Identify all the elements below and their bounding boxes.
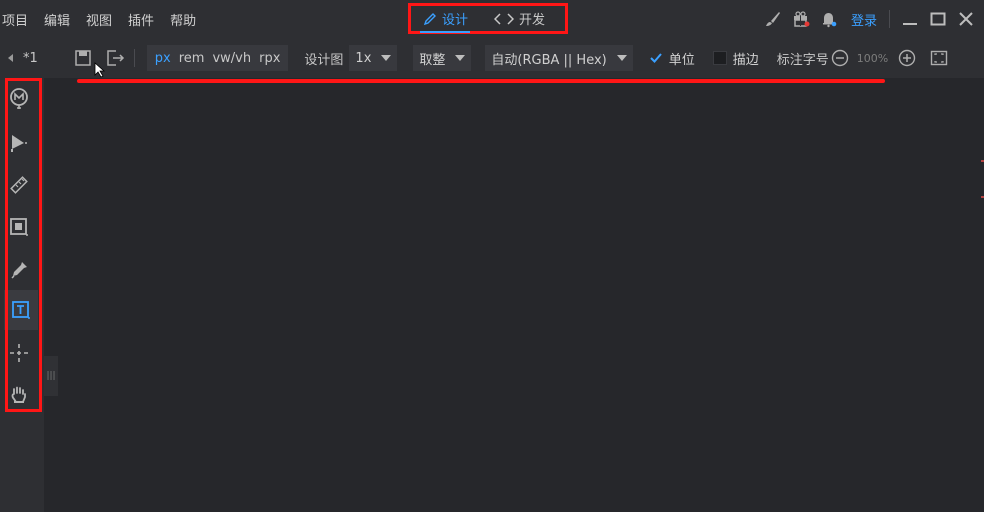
minimize-button[interactable] (896, 0, 924, 38)
chevron-down-icon (616, 55, 627, 61)
minus-circle-icon (831, 49, 848, 67)
zoom-out-button[interactable] (829, 47, 851, 69)
minimize-icon (903, 23, 917, 25)
title-bar: 项目 编辑 视图 插件 帮助 设计 开发 登录 (0, 0, 984, 38)
sidebar-highlight-box (5, 78, 42, 412)
maximize-button[interactable] (924, 0, 952, 38)
tab-design-label: 设计 (442, 13, 469, 28)
chevron-down-icon (381, 55, 392, 61)
pencil-icon (423, 12, 436, 25)
menu-item-project[interactable]: 项目 (2, 10, 28, 29)
zoom-in-button[interactable] (896, 47, 918, 69)
unit-px[interactable]: px (151, 51, 175, 66)
tab-develop-label: 开发 (519, 13, 546, 28)
menu-item-help[interactable]: 帮助 (170, 10, 196, 29)
mouse-cursor-icon (94, 62, 106, 78)
fit-screen-button[interactable] (928, 47, 950, 69)
divider (889, 10, 890, 28)
login-link[interactable]: 登录 (851, 10, 877, 29)
gift-icon (793, 11, 810, 27)
maximize-icon (930, 12, 946, 26)
gift-button[interactable] (787, 0, 815, 38)
tab-design[interactable]: 设计 (419, 6, 471, 33)
export-icon (107, 50, 124, 66)
save-button[interactable] (72, 47, 94, 69)
tab-develop[interactable]: 开发 (494, 6, 545, 31)
close-button[interactable] (952, 0, 980, 38)
unit-rpx[interactable]: rpx (255, 51, 284, 66)
rounding-select[interactable]: 取整 (413, 45, 472, 71)
menu-item-plugins[interactable]: 插件 (128, 10, 154, 29)
unit-vw-vh[interactable]: vw/vh (208, 51, 255, 66)
toolbar: *1 px rem vw/vh rpx 设计图 1x 取整 自动(RGBA ||… (0, 38, 984, 78)
stroke-checkbox[interactable]: 描边 (712, 49, 759, 68)
zoom-value: 100% (856, 51, 889, 65)
unit-checkbox-label: 单位 (668, 52, 695, 68)
collapse-arrow-icon[interactable] (8, 54, 13, 62)
mode-switch-highlight: 设计 开发 (408, 3, 568, 34)
toolbar-highlight-underline (77, 79, 885, 83)
code-brackets-icon (494, 12, 515, 25)
menu-bar: 项目 编辑 视图 插件 帮助 (2, 0, 212, 38)
checkmark-icon (649, 51, 663, 65)
chevron-down-icon (455, 55, 466, 61)
rounding-value: 取整 (419, 52, 446, 68)
plus-circle-icon (899, 49, 916, 67)
save-icon (75, 50, 91, 66)
color-format-value: 自动(RGBA || Hex) (491, 52, 607, 68)
design-scale-label: 设计图 (304, 52, 344, 68)
annotation-font-label: 标注字号 (776, 52, 829, 68)
menu-item-edit[interactable]: 编辑 (44, 10, 70, 29)
document-name: *1 (23, 50, 38, 66)
divider (133, 49, 135, 67)
panel-resize-handle[interactable]: ||| (44, 356, 58, 396)
design-scale-select[interactable]: 1x (349, 45, 398, 71)
export-button[interactable] (104, 47, 126, 69)
unit-checkbox[interactable]: 单位 (649, 49, 695, 68)
menu-item-view[interactable]: 视图 (86, 10, 112, 29)
fit-screen-icon (931, 50, 948, 66)
notification-button[interactable] (815, 0, 843, 38)
brush-button[interactable] (759, 0, 787, 38)
brush-icon (765, 12, 780, 26)
unit-rem[interactable]: rem (175, 51, 209, 66)
bell-icon (822, 13, 837, 28)
color-format-select[interactable]: 自动(RGBA || Hex) (485, 45, 633, 71)
close-icon (959, 12, 973, 26)
window-controls: 登录 (759, 0, 984, 38)
unit-switch: px rem vw/vh rpx (146, 45, 289, 71)
stroke-checkbox-label: 描边 (732, 52, 759, 68)
checkbox-empty-icon (712, 51, 727, 65)
design-scale-value: 1x (355, 50, 372, 66)
